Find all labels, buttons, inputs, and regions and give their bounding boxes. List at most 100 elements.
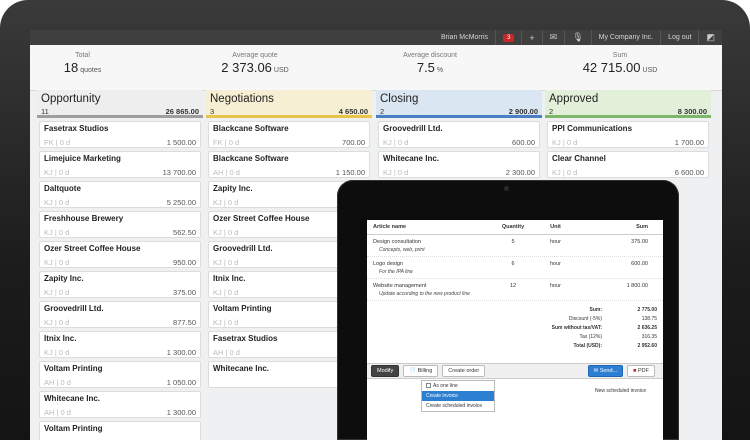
tablet: Article name Quantity Unit Sum Design co… xyxy=(337,180,679,440)
create-order-button[interactable]: Create order xyxy=(442,365,486,377)
deal-owner-age: FK | 0 d xyxy=(213,138,240,147)
invoice-total-line: Total (USD): 2 952.60 xyxy=(367,341,663,350)
stat-value: 42 715.00 xyxy=(582,60,641,75)
deal-meta-row: AH | 0 d 1 300.00 xyxy=(44,408,196,417)
invoice-header: Article name Quantity Unit Sum xyxy=(367,220,663,235)
deal-card[interactable]: Itnix Inc. KJ | 0 d 1 300.00 xyxy=(39,331,201,358)
invoice-view: Article name Quantity Unit Sum Design co… xyxy=(367,220,663,440)
pdf-icon: ■ xyxy=(633,368,637,374)
invoice-row[interactable]: Logo design 6 hour 600.00 xyxy=(367,257,663,269)
column-sum: 4 650.00 xyxy=(338,107,368,116)
deal-owner-age: KJ | 0 d xyxy=(44,228,70,237)
stat-unit: USD xyxy=(642,67,658,74)
total-label: Tax (12%) xyxy=(579,333,602,340)
new-scheduled-invoice-button[interactable]: New scheduled invoice xyxy=(595,388,646,394)
column-meta: 2 8 300.00 xyxy=(549,107,707,116)
column-header[interactable]: Negotiations 3 4 650.00 xyxy=(206,90,372,118)
deal-owner-age: KJ | 0 d xyxy=(383,168,409,177)
column-header[interactable]: Closing 2 2 900.00 xyxy=(376,90,542,118)
column-count: 2 xyxy=(549,107,554,116)
deal-card[interactable]: Zapity Inc. KJ | 0 d 375.00 xyxy=(39,271,201,298)
total-label: Discount (-5%) xyxy=(568,315,602,322)
article-sum: 375.00 xyxy=(631,239,648,245)
deal-meta-row: KJ | 0 d 600.00 xyxy=(383,138,535,147)
stat-average-quote: Average quote 2 373.06 USD xyxy=(210,52,300,77)
billing-button[interactable]: 📄 Billing xyxy=(403,365,439,377)
deal-name: Blackcane Software xyxy=(213,124,289,133)
stat-unit: quotes xyxy=(80,67,102,74)
stat-unit: % xyxy=(436,67,444,74)
column-title: Opportunity xyxy=(41,93,101,105)
deal-meta-row: KJ | 0 d 877.50 xyxy=(44,318,196,327)
plus-icon[interactable]: + xyxy=(521,30,541,45)
total-label: Sum without tax/VAT: xyxy=(551,324,602,331)
article-name: Website management xyxy=(373,283,427,289)
stat-sum: Sum 42 715.00 USD xyxy=(575,52,665,77)
deal-name: Freshhouse Brewery xyxy=(44,214,124,223)
deal-amount: 1 500.00 xyxy=(166,138,196,147)
settings-icon[interactable]: ◩ xyxy=(698,30,722,45)
deal-owner-age: KJ | 0 d xyxy=(213,288,239,297)
notifications[interactable]: 3 xyxy=(495,30,521,45)
deal-card[interactable]: Groovedrill Ltd. KJ | 0 d 600.00 xyxy=(378,121,540,148)
stat-label: Average discount xyxy=(403,52,457,59)
deal-owner-age: FK | 0 d xyxy=(44,138,71,147)
tablet-camera xyxy=(504,186,509,191)
header-article: Article name xyxy=(373,224,407,230)
deal-card[interactable]: Blackcane Software FK | 0 d 700.00 xyxy=(208,121,370,148)
invoice-action-bar: Modify 📄 Billing Create order ✉ Send... … xyxy=(367,363,663,379)
deal-card[interactable]: Blackcane Software AH | 0 d 1 150.00 xyxy=(208,151,370,178)
deal-card[interactable]: Limejuice Marketing KJ | 0 d 13 700.00 xyxy=(39,151,201,178)
deal-name: Limejuice Marketing xyxy=(44,154,121,163)
deal-card[interactable]: Daltquote KJ | 0 d 5 250.00 xyxy=(39,181,201,208)
deal-amount: 1 050.00 xyxy=(166,378,196,387)
deal-owner-age: KJ | 0 d xyxy=(383,138,409,147)
invoice-row[interactable]: Design consultation 5 hour 375.00 xyxy=(367,235,663,247)
as-one-line-option[interactable]: As one line xyxy=(422,381,494,391)
deal-card[interactable]: PPI Communications KJ | 0 d 1 700.00 xyxy=(547,121,709,148)
deal-card[interactable]: Fasetrax Studios FK | 0 d 1 500.00 xyxy=(39,121,201,148)
company-name[interactable]: My Company Inc. xyxy=(590,30,660,45)
create-scheduled-invoice-option[interactable]: Create scheduled invoice xyxy=(422,401,494,411)
invoice-total-line: Discount (-5%) 138.75 xyxy=(367,314,663,323)
mail-icon[interactable]: ✉ xyxy=(541,30,565,45)
notification-badge: 3 xyxy=(503,33,515,42)
checkbox-icon[interactable] xyxy=(426,383,431,389)
invoice-row[interactable]: Website management 12 hour 1 800.00 xyxy=(367,279,663,291)
deal-name: Ozer Street Coffee House xyxy=(44,244,141,253)
header-quantity: Quantity xyxy=(501,224,525,230)
create-invoice-option[interactable]: Create invoice xyxy=(422,391,494,401)
stat-value: 7.5 xyxy=(416,60,435,75)
deal-card[interactable]: Clear Channel KJ | 0 d 6 600.00 xyxy=(547,151,709,178)
deal-card[interactable]: Whitecane Inc. AH | 0 d 1 300.00 xyxy=(39,391,201,418)
deal-name: PPI Communications xyxy=(552,124,633,133)
column-sum: 8 300.00 xyxy=(677,107,707,116)
deal-card[interactable]: Whitecane Inc. KJ | 0 d 2 300.00 xyxy=(378,151,540,178)
send-button[interactable]: ✉ Send... xyxy=(587,365,624,377)
column-header[interactable]: Approved 2 8 300.00 xyxy=(545,90,711,118)
deal-card[interactable]: Voltam Printing xyxy=(39,421,201,440)
column-header[interactable]: Opportunity 11 26 865.00 xyxy=(37,90,203,118)
deal-owner-age: KJ | 0 d xyxy=(213,258,239,267)
invoice-total-line: Tax (12%) 316.35 xyxy=(367,332,663,341)
column-meta: 2 2 900.00 xyxy=(380,107,538,116)
modify-button[interactable]: Modify xyxy=(371,365,400,377)
deal-card[interactable]: Freshhouse Brewery KJ | 0 d 562.50 xyxy=(39,211,201,238)
deal-card[interactable]: Voltam Printing AH | 0 d 1 050.00 xyxy=(39,361,201,388)
logout-link[interactable]: Log out xyxy=(660,30,698,45)
deal-amount: 877.50 xyxy=(173,318,196,327)
article-sum: 1 800.00 xyxy=(626,283,648,289)
total-value: 2 636.25 xyxy=(637,324,657,331)
as-one-line-label: As one line xyxy=(433,383,458,389)
pipeline-column-closing: Closing 2 2 900.00 Groovedrill Ltd. KJ |… xyxy=(376,90,542,178)
deal-card[interactable]: Groovedrill Ltd. KJ | 0 d 877.50 xyxy=(39,301,201,328)
microphone-icon[interactable]: 🎙 xyxy=(564,30,590,45)
column-title: Approved xyxy=(549,93,599,105)
total-value: 2 775.00 xyxy=(637,306,657,313)
article-description: For the IPA line xyxy=(367,269,663,279)
stat-label: Total xyxy=(75,52,90,59)
deal-meta-row: KJ | 0 d 2 300.00 xyxy=(383,168,535,177)
user-name[interactable]: Brian McMorris xyxy=(434,30,495,45)
pdf-button[interactable]: ■ PDF xyxy=(627,365,655,377)
deal-card[interactable]: Ozer Street Coffee House KJ | 0 d 950.00 xyxy=(39,241,201,268)
